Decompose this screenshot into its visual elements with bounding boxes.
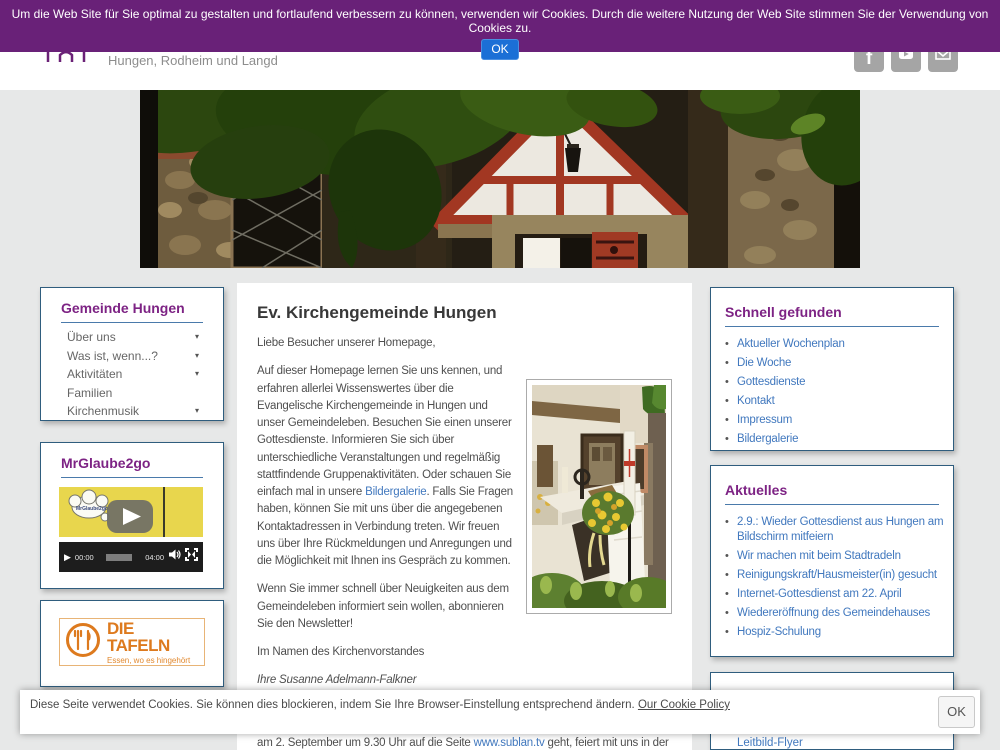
intro-paragraph: Auf dieser Homepage lernen Sie uns kenne… <box>257 363 672 570</box>
news-link-stadtradeln[interactable]: Wir machen mit beim Stadtradeln <box>737 550 901 562</box>
list-item: Impressum <box>737 411 945 430</box>
volume-button[interactable] <box>168 548 181 566</box>
cookie-policy-link[interactable]: Our Cookie Policy <box>638 699 730 711</box>
link-gottesdienste[interactable]: Gottesdienste <box>737 376 805 388</box>
svg-text:MrGlaube2go: MrGlaube2go <box>76 506 108 512</box>
cookie-top-text: Um die Web Site für Sie optimal zu gesta… <box>0 0 1000 35</box>
cookie-bottom-message: Diese Seite verwendet Cookies. Sie könne… <box>30 699 638 711</box>
sidebar-item-familien[interactable]: Familien <box>41 384 223 403</box>
video-player[interactable]: MrGlaube2go ▶ 00:00 04:00 <box>59 487 203 572</box>
play-button[interactable]: ▶ <box>64 552 71 563</box>
hero-image <box>140 90 860 268</box>
cookie-bottom-ok-button[interactable]: OK <box>938 696 975 728</box>
cookie-banner-top: Um die Web Site für Sie optimal zu gesta… <box>0 0 1000 52</box>
cookie-bottom-text: Diese Seite verwendet Cookies. Sie könne… <box>30 699 730 711</box>
quick-links-title: Schnell gefunden <box>725 304 939 327</box>
greeting-paragraph: Liebe Besucher unserer Homepage, <box>257 335 672 352</box>
list-item: Gottesdienste <box>737 373 945 392</box>
list-item: Wir machen mit beim Stadtradeln <box>737 547 945 566</box>
video-box: MrGlaube2go MrGlaube2go ▶ <box>40 442 224 589</box>
news-box: Aktuelles 2.9.: Wieder Gottesdienst aus … <box>710 465 954 657</box>
list-item: Reinigungskraft/Hausmeister(in) gesucht <box>737 566 945 585</box>
link-die-woche[interactable]: Die Woche <box>737 357 791 369</box>
cookie-top-ok-button[interactable]: OK <box>481 39 518 60</box>
intro-text-2: . Falls Sie Fragen haben, können Sie mit… <box>257 486 513 567</box>
signoff-paragraph: Im Namen des Kirchenvorstandes <box>257 644 672 661</box>
progress-bar[interactable] <box>106 554 132 561</box>
tafeln-logo-link[interactable]: DIE TAFELN Essen, wo es hingehört <box>59 618 205 666</box>
tafeln-box: DIE TAFELN Essen, wo es hingehört <box>40 600 224 687</box>
sidebar-item-kirchenmusik[interactable]: Kirchenmusik ▾ <box>41 402 223 421</box>
link-kontakt[interactable]: Kontakt <box>737 395 775 407</box>
list-item: Internet-Gottesdienst am 22. April <box>737 585 945 604</box>
sidebar-item-ueber-uns[interactable]: Über uns ▾ <box>41 328 223 347</box>
current-time: 00:00 <box>75 553 94 562</box>
play-button-overlay <box>107 500 153 533</box>
page-title: Ev. Kirchengemeinde Hungen <box>257 303 672 323</box>
tafeln-title: DIE TAFELN <box>107 620 199 654</box>
video-thumbnail: MrGlaube2go <box>59 487 203 537</box>
main-content: Ev. Kirchengemeinde Hungen Liebe Besuche… <box>237 283 692 750</box>
link-bildergalerie[interactable]: Bildergalerie <box>737 433 798 445</box>
sidebar-item-was-ist-wenn[interactable]: Was ist, wenn...? ▾ <box>41 347 223 366</box>
nav-list: Über uns ▾ Was ist, wenn...? ▾ Aktivität… <box>41 328 223 421</box>
quick-links-list: Aktueller Wochenplan Die Woche Gottesdie… <box>711 335 953 449</box>
cookie-banner-bottom: Diese Seite verwendet Cookies. Sie könne… <box>20 690 980 734</box>
signature: Ihre Susanne Adelmann-Falkner <box>257 672 672 689</box>
news-link-wiedereroeffnung[interactable]: Wiedereröffnung des Gemeindehauses <box>737 607 930 619</box>
nav-item-label: Über uns <box>67 330 116 345</box>
nav-item-label: Was ist, wenn...? <box>67 349 158 364</box>
link-impressum[interactable]: Impressum <box>737 414 792 426</box>
news-link-internet-gottesdienst[interactable]: Internet-Gottesdienst am 22. April <box>737 588 902 600</box>
news-list: 2.9.: Wieder Gottesdienst aus Hungen am … <box>711 513 953 642</box>
video-controls: ▶ 00:00 04:00 <box>59 542 203 572</box>
intro-text: Auf dieser Homepage lernen Sie uns kenne… <box>257 365 512 498</box>
news-link-reinigungskraft[interactable]: Reinigungskraft/Hausmeister(in) gesucht <box>737 569 937 581</box>
list-item: Die Woche <box>737 354 945 373</box>
list-item: Wiedereröffnung des Gemeindehauses <box>737 604 945 623</box>
fullscreen-button[interactable] <box>185 548 198 566</box>
list-item: Aktueller Wochenplan <box>737 335 945 354</box>
chevron-down-icon: ▾ <box>195 367 199 382</box>
nav-item-label: Kirchenmusik <box>67 404 139 419</box>
list-item: Bildergalerie <box>737 430 945 449</box>
duration: 04:00 <box>145 553 164 562</box>
nav-item-label: Familien <box>67 386 112 401</box>
leitbild-flyer-link[interactable]: Leitbild-Flyer <box>737 737 803 749</box>
list-item: 2.9.: Wieder Gottesdienst aus Hungen am … <box>737 513 945 547</box>
chevron-down-icon: ▾ <box>195 330 199 345</box>
list-item: Hospiz-Schulung <box>737 623 945 642</box>
chevron-down-icon: ▾ <box>195 349 199 364</box>
page: Hungen, Rodheim und Langd f <box>0 0 1000 750</box>
quick-links-box: Schnell gefunden Aktueller Wochenplan Di… <box>710 287 954 451</box>
news-title: Aktuelles <box>725 482 939 505</box>
bildergalerie-link[interactable]: Bildergalerie <box>365 486 426 498</box>
altar-photo <box>526 379 672 614</box>
sidebar-item-aktivitaeten[interactable]: Aktivitäten ▾ <box>41 365 223 384</box>
chevron-down-icon: ▾ <box>195 404 199 419</box>
sidebar-nav: Gemeinde Hungen Über uns ▾ Was ist, wenn… <box>40 287 224 421</box>
tafeln-cutlery-icon <box>65 622 101 663</box>
tafeln-subtitle: Essen, wo es hingehört <box>107 656 199 665</box>
nav-title: Gemeinde Hungen <box>61 300 203 323</box>
sublan-link[interactable]: www.sublan.tv <box>474 737 545 749</box>
video-title: MrGlaube2go <box>61 455 203 478</box>
nav-item-label: Aktivitäten <box>67 367 122 382</box>
list-item: Kontakt <box>737 392 945 411</box>
link-aktueller-wochenplan[interactable]: Aktueller Wochenplan <box>737 338 845 350</box>
news-link-hospiz-schulung[interactable]: Hospiz-Schulung <box>737 626 821 638</box>
news-link-gottesdienst-bildschirm[interactable]: 2.9.: Wieder Gottesdienst aus Hungen am … <box>737 516 943 543</box>
